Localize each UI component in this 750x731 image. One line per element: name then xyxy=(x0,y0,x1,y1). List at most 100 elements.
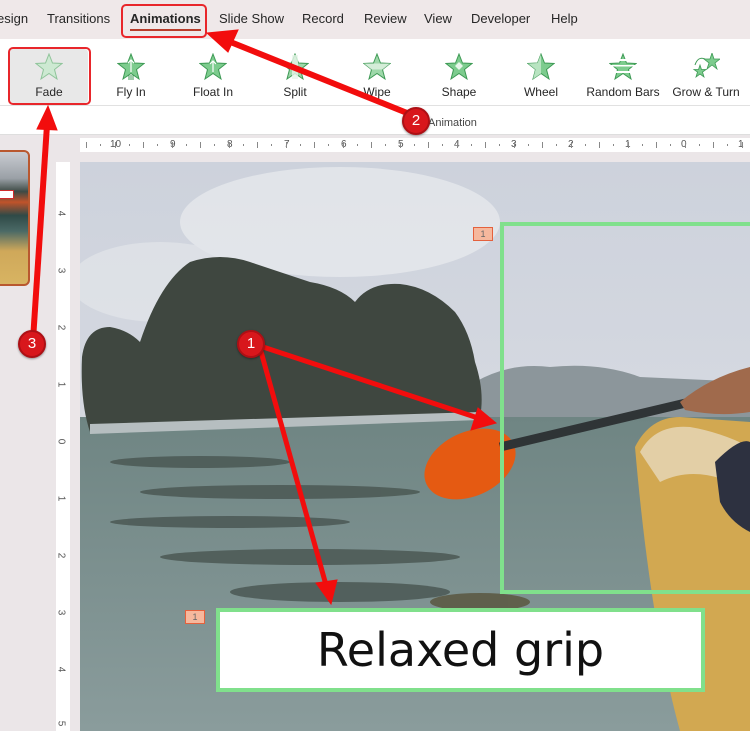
ruler-number: 2 xyxy=(55,552,67,559)
ruler-tick xyxy=(556,144,558,146)
ribbon-divider xyxy=(0,105,750,106)
ruler-number: 10 xyxy=(110,139,122,150)
ruler-tick xyxy=(713,142,714,148)
ribbon-tab-bar: esign Transitions Animations Slide Show … xyxy=(0,0,750,39)
caption-textbox[interactable]: Relaxed grip xyxy=(216,608,705,692)
tab-help[interactable]: Help xyxy=(551,11,578,26)
ruler-tick xyxy=(86,142,87,148)
ruler-tick xyxy=(470,144,472,146)
ruler-number: 3 xyxy=(55,609,67,616)
ruler-number: 4 xyxy=(55,210,67,217)
ruler-tick xyxy=(200,142,201,148)
ruler-tick xyxy=(727,144,729,146)
ruler-tick xyxy=(185,144,187,146)
ruler-tick xyxy=(413,144,415,146)
effect-wheel-button[interactable]: Wheel xyxy=(514,53,568,103)
ruler-number: 5 xyxy=(55,720,67,727)
ruler-tick xyxy=(100,144,102,146)
slide-thumbnail[interactable] xyxy=(0,150,30,286)
effect-float-in-button[interactable]: Float In xyxy=(181,53,245,103)
split-star-icon xyxy=(281,53,309,81)
tab-review[interactable]: Review xyxy=(364,11,407,26)
effect-split-button[interactable]: Split xyxy=(268,53,322,103)
ruler-tick xyxy=(328,144,330,146)
ruler-number: 0 xyxy=(55,438,67,445)
ruler-tick xyxy=(214,144,216,146)
ruler-tick xyxy=(527,144,529,146)
ruler-tick xyxy=(656,142,657,148)
effect-fly-in-button[interactable]: Fly In xyxy=(100,53,162,103)
ruler-tick xyxy=(385,144,387,146)
animation-order-tag[interactable]: 1 xyxy=(473,227,493,241)
tab-record[interactable]: Record xyxy=(302,11,344,26)
effect-wipe-button[interactable]: Wipe xyxy=(350,53,404,103)
ruler-tick xyxy=(285,142,287,148)
animation-target-box[interactable] xyxy=(500,222,750,594)
ruler-tick xyxy=(342,142,344,148)
animations-tab-highlight xyxy=(121,4,207,38)
animation-group-label: Animation xyxy=(428,117,477,129)
animations-ribbon: Fade Fly In Float In Split Wipe Shape Wh… xyxy=(0,39,750,135)
tab-view[interactable]: View xyxy=(424,11,452,26)
effect-label: Fly In xyxy=(116,85,146,99)
ruler-tick xyxy=(670,144,672,146)
effect-label: Random Bars xyxy=(586,85,660,99)
wipe-star-icon xyxy=(363,53,391,81)
ruler-tick xyxy=(584,144,586,146)
ruler-tick xyxy=(143,142,144,148)
ruler-tick xyxy=(698,144,700,146)
ruler-number: 1 xyxy=(55,381,67,388)
ruler-tick xyxy=(114,142,116,148)
effect-label: Shape xyxy=(441,85,477,99)
ruler-tick xyxy=(257,142,258,148)
tab-transitions[interactable]: Transitions xyxy=(47,11,110,26)
wheel-star-icon xyxy=(527,53,555,81)
tab-developer[interactable]: Developer xyxy=(471,11,530,26)
ruler-tick xyxy=(157,144,159,146)
ruler-tick xyxy=(599,142,600,148)
ruler-tick xyxy=(228,142,230,148)
tab-design[interactable]: esign xyxy=(0,11,28,26)
ruler-tick xyxy=(542,142,543,148)
fly-in-star-icon xyxy=(117,53,145,81)
ruler-tick xyxy=(299,144,301,146)
effect-random-bars-button[interactable]: Random Bars xyxy=(586,53,660,103)
ruler-tick xyxy=(570,142,572,148)
ruler-tick xyxy=(741,142,743,148)
ruler-tick xyxy=(314,142,315,148)
ruler-tick xyxy=(371,142,372,148)
ruler-tick xyxy=(442,144,444,146)
ruler-number: 2 xyxy=(55,324,67,331)
ruler-tick xyxy=(356,144,358,146)
effect-shape-button[interactable]: Shape xyxy=(432,53,486,103)
tab-slide-show[interactable]: Slide Show xyxy=(219,11,284,26)
ruler-tick xyxy=(485,142,486,148)
effect-grow-turn-button[interactable]: Grow & Turn xyxy=(669,53,743,103)
ruler-tick xyxy=(242,144,244,146)
fade-effect-highlight xyxy=(8,47,91,105)
grow-turn-star-icon xyxy=(692,53,720,79)
ruler-tick xyxy=(641,144,643,146)
ruler-tick xyxy=(456,142,458,148)
thumbnail-caption xyxy=(0,190,14,199)
ruler-number: 3 xyxy=(55,267,67,274)
effect-label: Grow & Turn xyxy=(672,85,740,99)
effect-label: Wipe xyxy=(363,85,391,99)
ruler-tick xyxy=(684,142,686,148)
ruler-number: 4 xyxy=(55,666,67,673)
horizontal-ruler: 10 9 8 7 6 5 4 3 2 1 0 1 xyxy=(80,138,750,152)
step-badge-1: 1 xyxy=(237,330,265,358)
float-in-star-icon xyxy=(199,53,227,81)
animation-order-tag[interactable]: 1 xyxy=(185,610,205,624)
effect-label: Split xyxy=(283,85,307,99)
effect-label: Wheel xyxy=(523,85,558,99)
ruler-tick xyxy=(399,142,401,148)
effect-label: Float In xyxy=(192,85,234,99)
ruler-number: 1 xyxy=(55,495,67,502)
ruler-tick xyxy=(499,144,501,146)
step-badge-3: 3 xyxy=(18,330,46,358)
ruler-tick xyxy=(627,142,629,148)
vertical-ruler: 4 3 2 1 0 1 2 3 4 5 xyxy=(55,162,70,731)
random-bars-star-icon xyxy=(609,53,637,81)
slide-thumbnail-pane xyxy=(0,135,55,731)
